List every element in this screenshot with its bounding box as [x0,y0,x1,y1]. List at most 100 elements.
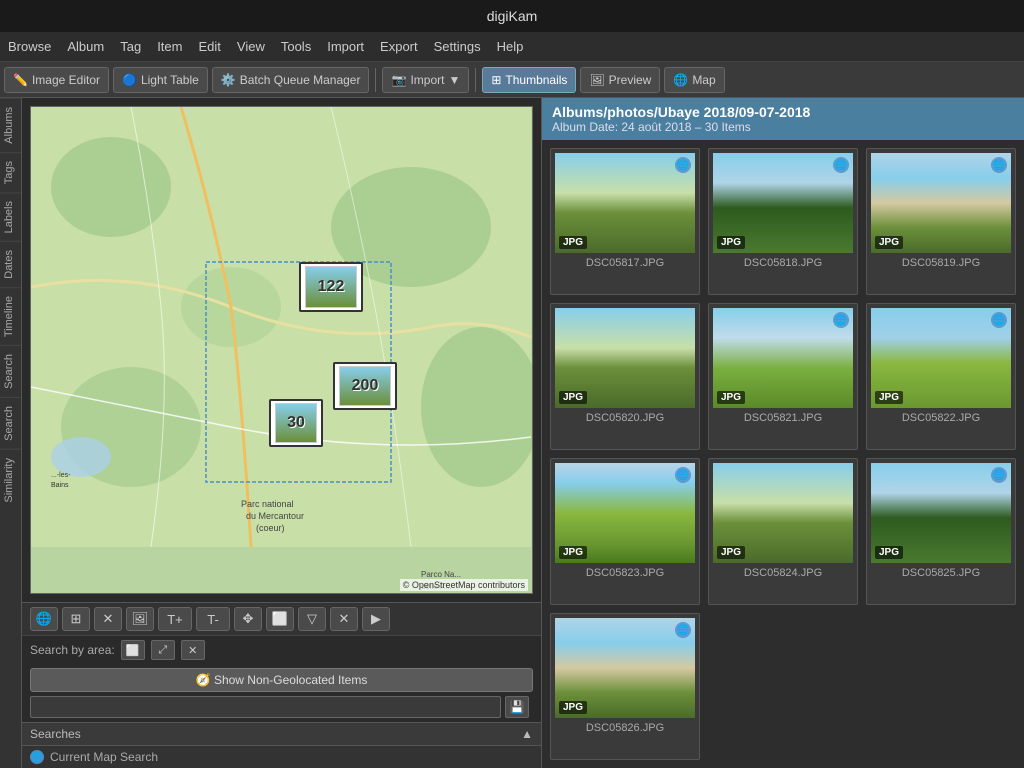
jpg-badge: JPG [875,391,903,404]
sidebar-item-albums[interactable]: Albums [0,98,21,152]
geo-icon: 🌐 [675,157,691,173]
thumbnail-item[interactable]: JPG🌐DSC05822.JPG [866,303,1016,450]
light-table-button[interactable]: 🔵 Light Table [113,67,208,93]
import-button[interactable]: 📷 Import ▼ [382,67,469,93]
thumbnail-image: JPG🌐 [555,153,695,253]
right-panel: Albums/photos/Ubaye 2018/09-07-2018 Albu… [542,98,1024,768]
thumbnails-icon: ⊞ [491,73,501,87]
svg-text:...-les-: ...-les- [51,472,71,479]
map-rect-btn[interactable]: ⬜ [266,607,294,631]
sidebar-item-search[interactable]: Search [0,345,21,397]
sidebar-item-timeline[interactable]: Timeline [0,287,21,345]
menu-item-import[interactable]: Import [327,39,364,54]
image-editor-button[interactable]: ✏️ Image Editor [4,67,109,93]
menu-item-tools[interactable]: Tools [281,39,311,54]
menu-item-browse[interactable]: Browse [8,39,51,54]
cluster-200[interactable]: 200 [333,362,397,410]
map-image-btn[interactable]: 🖼 [126,607,154,631]
save-search-btn[interactable]: 💾 [505,696,529,718]
thumbnail-label: DSC05825.JPG [902,567,980,579]
map-toolbar: 🌐 ⊞ ✕ 🖼 T+ T- ✥ ⬜ ▽ ✕ ▶ [22,602,541,635]
thumbnail-image: JPG [555,308,695,408]
sidebar-item-tags[interactable]: Tags [0,152,21,192]
thumbnail-image: JPG🌐 [713,308,853,408]
thumbnail-label: DSC05823.JPG [586,567,664,579]
thumbnail-label: DSC05817.JPG [586,257,664,269]
album-path: Albums/photos/Ubaye 2018/09-07-2018 [552,104,1014,120]
map-canvas[interactable]: Parc national du Mercantour (coeur) Parc… [31,107,532,593]
sidebar-item-labels[interactable]: Labels [0,192,21,241]
map-cross-btn[interactable]: ✕ [94,607,122,631]
thumbnail-item[interactable]: JPG🌐 DSC05817.JPG [550,148,700,295]
sidebar-item-similarity[interactable]: Similarity [0,449,21,511]
thumbnail-item[interactable]: JPG🌐DSC05826.JPG [550,613,700,760]
menu-item-settings[interactable]: Settings [434,39,481,54]
geo-icon: 🌐 [991,157,1007,173]
toolbar: ✏️ Image Editor 🔵 Light Table ⚙️ Batch Q… [0,62,1024,98]
thumbnails-button[interactable]: ⊞ Thumbnails [482,67,576,93]
svg-text:du Mercantour: du Mercantour [246,511,304,521]
toolbar-separator-1 [375,68,376,92]
preview-button[interactable]: 🖼 Preview [580,67,660,93]
geo-icon: 🌐 [675,467,691,483]
map-globe-btn[interactable]: 🌐 [30,607,58,631]
search-area: Search by area: ⬜ ⤢ ✕ 🧭 Show Non-Geoloca… [22,635,541,722]
map-icon: 🌐 [673,73,688,87]
map-text-minus-btn[interactable]: T- [196,607,230,631]
thumbnail-image: JPG🌐 [871,153,1011,253]
area-select-btn[interactable]: ⬜ [121,640,145,660]
map-area[interactable]: Parc national du Mercantour (coeur) Parc… [30,106,533,594]
map-attribution: © OpenStreetMap contributors [400,579,528,591]
searches-collapse-btn[interactable]: ▲ [521,727,533,741]
map-grid-btn[interactable]: ⊞ [62,607,90,631]
thumbnail-item[interactable]: JPG🌐 DSC05821.JPG [708,303,858,450]
sidebar-item-search2[interactable]: Search [0,397,21,449]
menu-item-help[interactable]: Help [497,39,524,54]
map-play-btn[interactable]: ▶ [362,607,390,631]
thumbnail-label: DSC05821.JPG [744,412,822,424]
cluster-122[interactable]: 122 [299,262,363,312]
geo-icon: 🌐 [991,467,1007,483]
menu-item-item[interactable]: Item [157,39,182,54]
menu-item-edit[interactable]: Edit [198,39,220,54]
thumbnail-image: JPG [713,463,853,563]
batch-queue-button[interactable]: ⚙️ Batch Queue Manager [212,67,370,93]
cluster-30[interactable]: 30 [269,399,323,447]
toolbar-separator-2 [475,68,476,92]
thumbnail-item[interactable]: JPG🌐DSC05825.JPG [866,458,1016,605]
geo-icon: 🌐 [991,312,1007,328]
current-map-search-item[interactable]: 🌐 Current Map Search [22,746,541,768]
geo-icon: 🌐 [675,622,691,638]
map-clear-btn[interactable]: ✕ [330,607,358,631]
sidebar-item-dates[interactable]: Dates [0,241,21,287]
thumbnail-label: DSC05818.JPG [744,257,822,269]
menu-item-tag[interactable]: Tag [120,39,141,54]
thumbnail-item[interactable]: JPG🌐 DSC05819.JPG [866,148,1016,295]
map-button[interactable]: 🌐 Map [664,67,724,93]
menu-item-view[interactable]: View [237,39,265,54]
image-editor-icon: ✏️ [13,73,28,87]
show-non-geolocated-btn[interactable]: 🧭 Show Non-Geolocated Items [30,668,533,692]
area-draw-btn[interactable]: ⤢ [151,640,175,660]
thumbnail-label: DSC05819.JPG [902,257,980,269]
area-clear-btn[interactable]: ✕ [181,640,205,660]
menu-item-export[interactable]: Export [380,39,418,54]
geo-icon: 🌐 [833,312,849,328]
svg-text:Parco Na...: Parco Na... [421,570,461,579]
sidetabs: Albums Tags Labels Dates Timeline Search… [0,98,22,768]
thumbnail-item[interactable]: JPGDSC05820.JPG [550,303,700,450]
search-input[interactable] [30,696,501,718]
compass-icon: 🧭 [196,673,211,687]
thumbnail-label: DSC05824.JPG [744,567,822,579]
thumbnail-item[interactable]: JPG🌐DSC05823.JPG [550,458,700,605]
map-filter-btn[interactable]: ▽ [298,607,326,631]
menubar: Browse Album Tag Item Edit View Tools Import Exp… [0,32,1024,62]
map-move-btn[interactable]: ✥ [234,607,262,631]
thumbnail-item[interactable]: JPG DSC05824.JPG [708,458,858,605]
light-table-icon: 🔵 [122,73,137,87]
svg-text:Bains: Bains [51,482,69,489]
menu-item-album[interactable]: Album [67,39,104,54]
thumbnail-item[interactable]: JPG🌐DSC05818.JPG [708,148,858,295]
map-text-plus-btn[interactable]: T+ [158,607,192,631]
svg-text:(coeur): (coeur) [256,523,285,533]
